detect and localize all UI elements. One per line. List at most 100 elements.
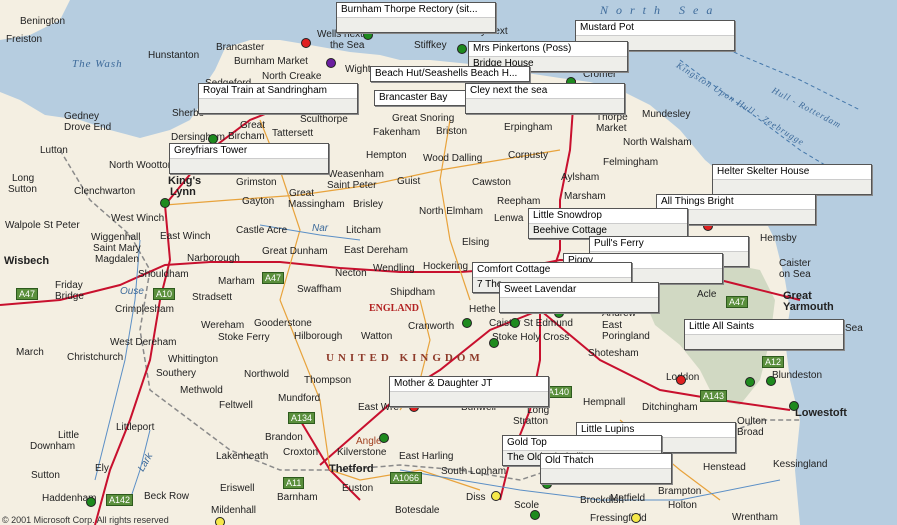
place-label: Magdalen <box>95 254 139 265</box>
callout-royal-train[interactable]: Royal Train at Sandringham <box>198 83 358 114</box>
place-label: Wisbech <box>4 255 50 267</box>
location-pin[interactable] <box>489 338 499 348</box>
place-label: Kilverstone <box>337 447 387 458</box>
location-pin[interactable] <box>491 491 501 501</box>
place-label: Reepham <box>497 196 541 207</box>
place-label: Grimston <box>236 177 277 188</box>
place-label: Ely <box>95 463 109 474</box>
location-pin[interactable] <box>462 318 472 328</box>
place-label: Massingham <box>288 199 345 210</box>
place-label: Caistor St Edmund <box>489 318 573 329</box>
location-pin[interactable] <box>326 58 336 68</box>
place-label: Blundeston <box>772 370 823 381</box>
place-label: the Sea <box>330 40 365 51</box>
location-pin[interactable] <box>457 44 467 54</box>
place-label: Great <box>289 188 315 199</box>
place-label: Long <box>12 173 35 184</box>
callout-brancaster-bay[interactable]: Brancaster Bay <box>374 90 466 106</box>
place-label: Aylsham <box>561 172 600 183</box>
place-label: Cawston <box>472 177 511 188</box>
place-label: Hempton <box>366 150 407 161</box>
location-pin[interactable] <box>379 433 389 443</box>
place-label: Hilborough <box>294 331 343 342</box>
location-pin[interactable] <box>530 510 540 520</box>
place-label: Burnham Market <box>234 56 308 67</box>
location-pin[interactable] <box>301 38 311 48</box>
road-shield: A10 <box>153 288 176 300</box>
location-pin[interactable] <box>676 375 686 385</box>
place-label: Crimplesham <box>115 304 174 315</box>
place-label: Nar <box>312 223 329 234</box>
place-label: Oulton <box>737 416 767 427</box>
place-label: Drove End <box>64 122 112 133</box>
location-pin[interactable] <box>766 376 776 386</box>
callout-little-snowdrop[interactable]: Little Snowdrop Beehive Cottage <box>528 208 688 239</box>
place-label: North Wootton <box>109 160 174 171</box>
place-label: North Walsham <box>623 137 692 148</box>
place-label: Saint Peter <box>327 180 377 191</box>
place-label: Wood Dalling <box>423 153 483 164</box>
map-canvas[interactable]: The Wash North Sea Kingston Upon Hull - … <box>0 0 897 525</box>
place-label: West Winch <box>111 213 165 224</box>
location-pin[interactable] <box>86 497 96 507</box>
callout-cley-next-the-sea[interactable]: Cley next the sea <box>465 83 625 114</box>
place-label: Ouse <box>120 286 144 297</box>
callout-mother-daughter[interactable]: Mother & Daughter JT <box>389 376 549 407</box>
road-shield: A47 <box>16 288 39 300</box>
location-pin[interactable] <box>745 377 755 387</box>
place-label: Great Dunham <box>262 246 328 257</box>
place-label: Wiggenhall <box>91 232 141 243</box>
place-label: March <box>16 347 44 358</box>
callout-helter-skelter[interactable]: Helter Skelter House <box>712 164 872 195</box>
road-shield: A140 <box>545 386 573 398</box>
place-label: Angle <box>356 436 382 447</box>
location-pin[interactable] <box>631 513 641 523</box>
place-label: Thetford <box>329 463 374 475</box>
road-shield: A11 <box>283 477 305 489</box>
location-pin[interactable] <box>510 318 520 328</box>
place-label: North Creake <box>262 71 322 82</box>
place-label: Diss <box>466 492 486 503</box>
place-label: Gedney <box>64 111 100 122</box>
place-label: Market <box>596 123 627 134</box>
place-label: Stoke Holy Cross <box>492 332 570 343</box>
place-label: Brancaster <box>216 42 265 53</box>
place-label: Sculthorpe <box>300 114 348 125</box>
place-label: Downham <box>30 441 76 452</box>
place-label: East <box>602 320 623 331</box>
place-label: Methwold <box>180 385 223 396</box>
place-label: Barnham <box>277 492 318 503</box>
place-label: Stoke Ferry <box>218 332 270 343</box>
callout-burnham-thorpe-rectory[interactable]: Burnham Thorpe Rectory (sit... <box>336 2 496 33</box>
place-label: South Lopham <box>441 466 507 477</box>
callout-greyfriars-tower[interactable]: Greyfriars Tower <box>169 143 329 174</box>
place-label: Feltwell <box>219 400 253 411</box>
callout-beach-hut[interactable]: Beach Hut/Seashells Beach H... <box>370 66 530 82</box>
place-label: Sea <box>845 323 863 334</box>
place-label: Great Snoring <box>392 113 455 124</box>
place-label: Wrentham <box>732 512 778 523</box>
callout-sweet-lavendar[interactable]: Sweet Lavendar <box>499 282 659 313</box>
place-label: Brampton <box>658 486 702 497</box>
location-pin[interactable] <box>789 401 799 411</box>
location-pin[interactable] <box>160 198 170 208</box>
place-label: Narborough <box>187 253 240 264</box>
place-label: Hunstanton <box>148 50 200 61</box>
place-label: Poringland <box>602 331 650 342</box>
place-label: Christchurch <box>67 352 124 363</box>
place-label: Ditchingham <box>642 402 698 413</box>
place-label: Litcham <box>346 225 382 236</box>
place-label: Clenchwarton <box>74 186 136 197</box>
place-label: on Sea <box>779 269 811 280</box>
place-label: Watton <box>361 331 393 342</box>
place-label: Kessingland <box>773 459 828 470</box>
place-label: Botesdale <box>395 505 440 516</box>
place-label: West Dereham <box>110 337 177 348</box>
place-label: Shipdham <box>390 287 436 298</box>
country-label: UNITED KINGDOM <box>326 352 484 364</box>
callout-little-all-saints[interactable]: Little All Saints <box>684 319 844 350</box>
place-label: Briston <box>436 126 468 137</box>
location-pin[interactable] <box>215 517 225 525</box>
callout-old-thatch[interactable]: Old Thatch <box>540 453 672 484</box>
place-label: Great <box>240 120 266 131</box>
